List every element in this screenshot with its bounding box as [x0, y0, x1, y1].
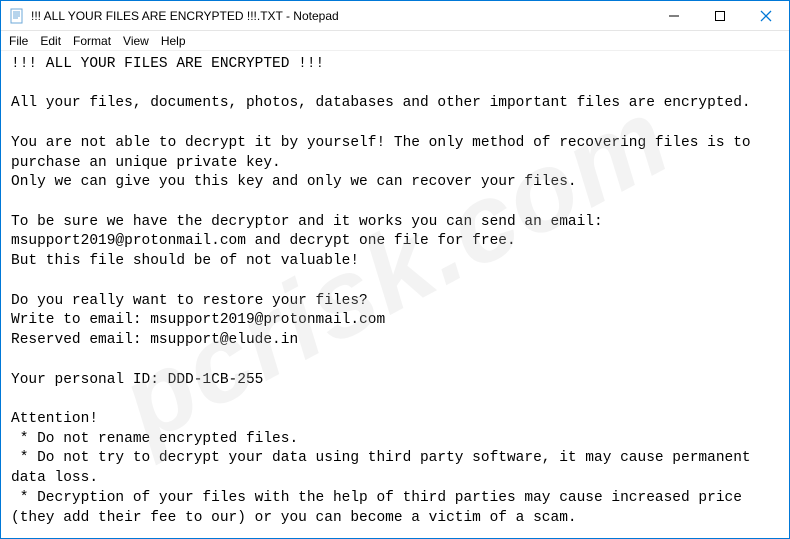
menu-edit[interactable]: Edit — [34, 33, 67, 49]
menu-view[interactable]: View — [117, 33, 155, 49]
menubar: File Edit Format View Help — [1, 31, 789, 51]
text-area[interactable]: !!! ALL YOUR FILES ARE ENCRYPTED !!! All… — [1, 51, 789, 538]
titlebar[interactable]: !!! ALL YOUR FILES ARE ENCRYPTED !!!.TXT… — [1, 1, 789, 31]
window-controls — [651, 1, 789, 30]
notepad-icon — [9, 8, 25, 24]
minimize-button[interactable] — [651, 1, 697, 30]
close-button[interactable] — [743, 1, 789, 30]
menu-format[interactable]: Format — [67, 33, 117, 49]
notepad-window: !!! ALL YOUR FILES ARE ENCRYPTED !!!.TXT… — [0, 0, 790, 539]
window-title: !!! ALL YOUR FILES ARE ENCRYPTED !!!.TXT… — [31, 9, 651, 23]
menu-help[interactable]: Help — [155, 33, 192, 49]
maximize-button[interactable] — [697, 1, 743, 30]
menu-file[interactable]: File — [3, 33, 34, 49]
